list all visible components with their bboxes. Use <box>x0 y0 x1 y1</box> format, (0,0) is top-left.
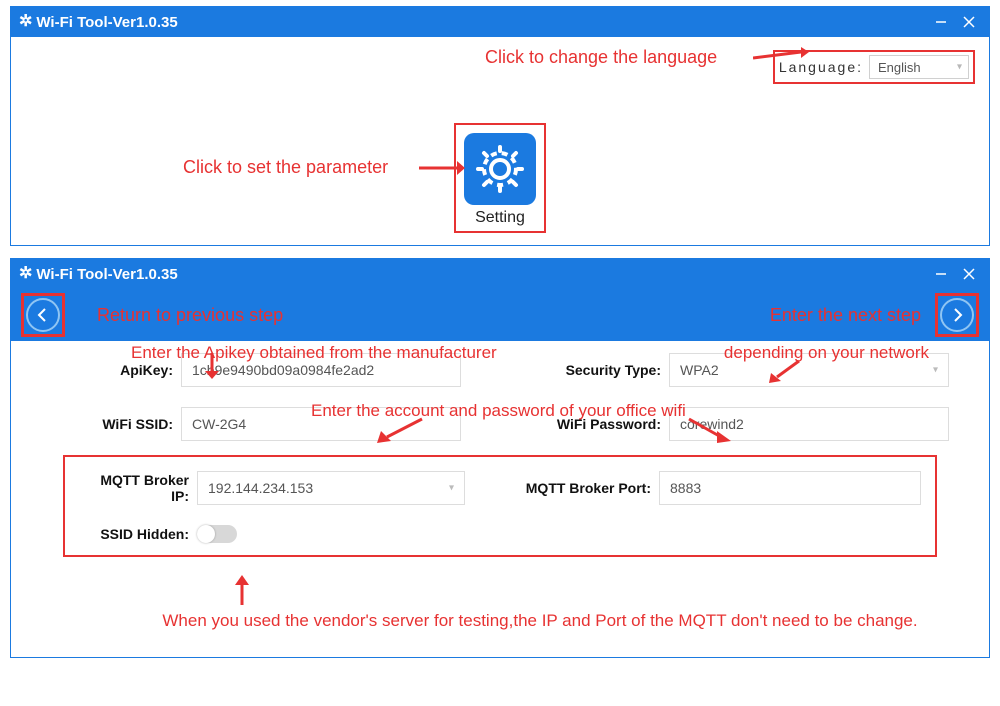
window-main: ✲ Wi-Fi Tool-Ver1.0.35 Language: English… <box>10 6 990 246</box>
arrow-icon <box>419 159 465 177</box>
mqtt-region: MQTT Broker IP: 192.144.234.153 ▾ MQTT B… <box>63 455 937 557</box>
ssid-label: WiFi SSID: <box>51 416 181 432</box>
window-title: Wi-Fi Tool-Ver1.0.35 <box>36 266 177 283</box>
ssid-hidden-toggle[interactable] <box>197 525 237 543</box>
arrow-icon <box>769 359 803 383</box>
annotation-apikey: Enter the Apikey obtained from the manuf… <box>131 343 497 363</box>
gear-icon <box>464 133 536 205</box>
titlebar[interactable]: ✲ Wi-Fi Tool-Ver1.0.35 <box>11 7 989 37</box>
arrow-icon <box>753 47 809 65</box>
broker-ip-label: MQTT Broker IP: <box>79 472 197 504</box>
toggle-knob <box>197 525 215 543</box>
back-highlight <box>21 293 65 337</box>
ssid-hidden-label: SSID Hidden: <box>79 526 197 542</box>
close-button[interactable] <box>955 259 983 289</box>
annotation-setting: Click to set the parameter <box>183 157 388 178</box>
arrow-icon <box>203 353 221 379</box>
window-settings: ✲ Wi-Fi Tool-Ver1.0.35 ApiKey: 1cb9e94 <box>10 258 990 658</box>
annotation-back: Return to previous step <box>97 305 283 326</box>
settings-form: ApiKey: 1cb9e9490bd09a0984fe2ad2 Securit… <box>11 341 989 565</box>
close-button[interactable] <box>955 7 983 37</box>
setting-button[interactable]: Setting <box>454 123 546 233</box>
minimize-button[interactable] <box>927 7 955 37</box>
language-select[interactable]: English ▾ <box>869 55 969 79</box>
minimize-button[interactable] <box>927 259 955 289</box>
annotation-security: depending on your network <box>724 343 929 363</box>
apikey-label: ApiKey: <box>51 362 181 378</box>
annotation-mqtt: When you used the vendor's server for te… <box>131 611 949 631</box>
arrow-icon <box>377 417 427 443</box>
arrow-icon <box>233 575 251 611</box>
broker-ip-select[interactable]: 192.144.234.153 ▾ <box>197 471 465 505</box>
app-icon: ✲ <box>19 266 32 282</box>
language-value: English <box>878 60 921 75</box>
window-body: Language: English ▾ <box>11 37 989 249</box>
titlebar[interactable]: ✲ Wi-Fi Tool-Ver1.0.35 <box>11 259 989 289</box>
broker-port-label: MQTT Broker Port: <box>511 480 659 496</box>
next-button[interactable] <box>940 298 974 332</box>
window-title: Wi-Fi Tool-Ver1.0.35 <box>36 14 177 31</box>
setting-caption: Setting <box>462 209 538 227</box>
next-highlight <box>935 293 979 337</box>
chevron-down-icon: ▾ <box>449 483 454 494</box>
app-icon: ✲ <box>19 14 32 30</box>
annotation-language: Click to change the language <box>485 47 717 68</box>
annotation-next: Enter the next step <box>770 305 921 326</box>
broker-port-input[interactable]: 8883 <box>659 471 921 505</box>
security-label: Security Type: <box>519 362 669 378</box>
back-button[interactable] <box>26 298 60 332</box>
arrow-icon <box>687 417 731 443</box>
annotation-wifi: Enter the account and password of your o… <box>311 401 686 421</box>
chevron-down-icon: ▾ <box>933 365 938 376</box>
chevron-down-icon: ▾ <box>957 62 962 73</box>
